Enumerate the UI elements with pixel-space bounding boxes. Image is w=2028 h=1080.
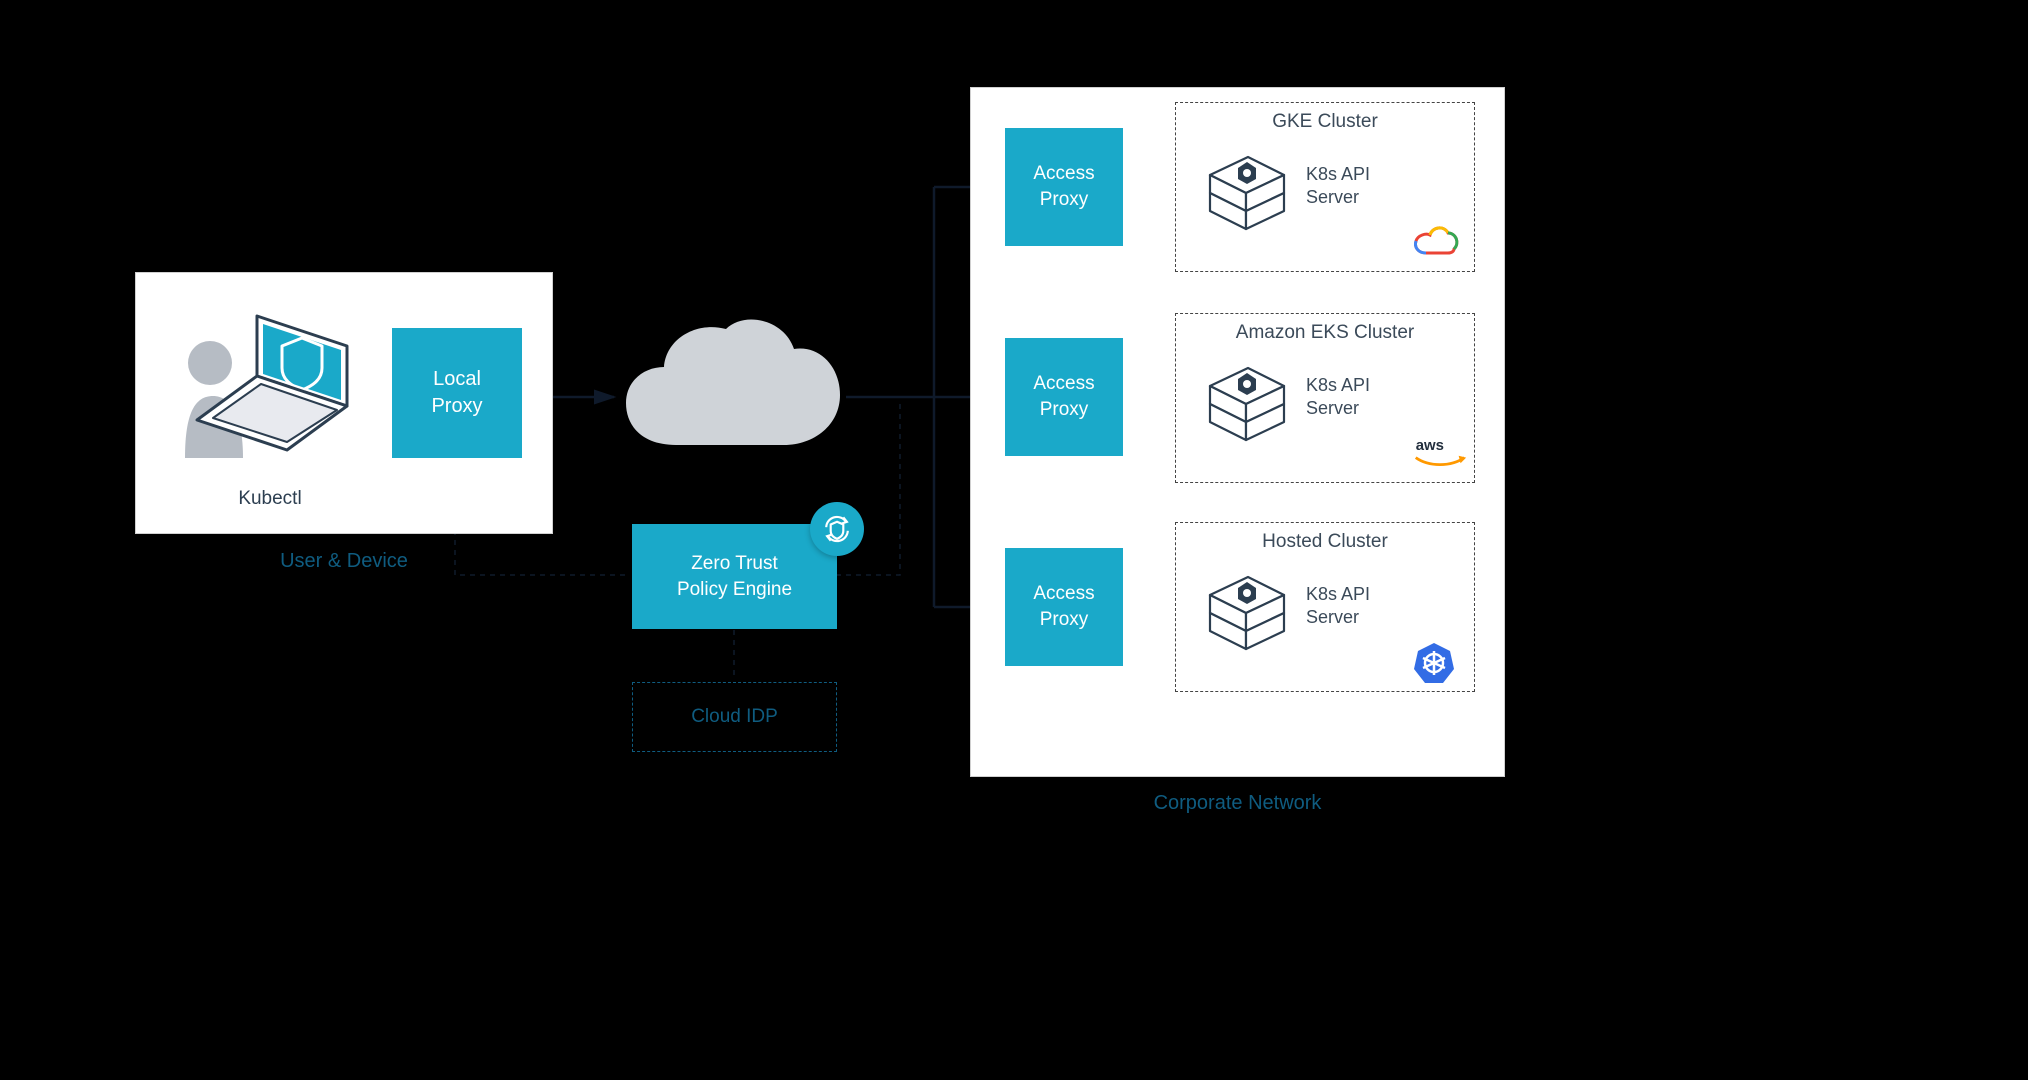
aws-logo-icon: aws: [1412, 432, 1460, 472]
access-proxy-node-3: Access Proxy: [1005, 548, 1123, 666]
user-laptop-icon: [165, 308, 365, 478]
local-proxy-line1: Local: [433, 366, 481, 393]
kubernetes-logo-icon: [1412, 641, 1460, 681]
access-proxy-line1: Access: [1033, 161, 1094, 187]
cluster-title: GKE Cluster: [1176, 111, 1474, 133]
local-proxy-node: Local Proxy: [392, 328, 522, 458]
server-stack-icon: [1204, 153, 1290, 233]
cluster-box-eks: Amazon EKS Cluster K8s API Server: [1175, 313, 1475, 483]
corporate-network-label: Corporate Network: [970, 792, 1505, 815]
k8s-api-label: K8s API Server: [1306, 583, 1370, 630]
gcp-cloud-icon: [1412, 221, 1460, 261]
zero-trust-policy-engine-node: Zero Trust Policy Engine: [632, 524, 837, 629]
user-device-label: User & Device: [135, 550, 553, 573]
server-stack-icon: [1204, 364, 1290, 444]
zero-trust-line2: Policy Engine: [677, 577, 792, 603]
cloud-idp-node: Cloud IDP: [632, 682, 837, 752]
cluster-box-hosted: Hosted Cluster K8s API Server: [1175, 522, 1475, 692]
cloud-icon: [616, 315, 846, 465]
zero-trust-sync-badge-icon: [810, 502, 864, 556]
cloud-idp-label: Cloud IDP: [691, 706, 778, 728]
local-proxy-line2: Proxy: [431, 393, 482, 420]
zero-trust-line1: Zero Trust: [691, 551, 778, 577]
k8s-api-label: K8s API Server: [1306, 163, 1370, 210]
architecture-diagram: User & Device Kubect: [50, 40, 1530, 845]
kubectl-label: Kubectl: [180, 488, 360, 510]
server-stack-icon: [1204, 573, 1290, 653]
cluster-title: Amazon EKS Cluster: [1176, 322, 1474, 344]
access-proxy-line2: Proxy: [1040, 187, 1089, 213]
cluster-title: Hosted Cluster: [1176, 531, 1474, 553]
k8s-api-label: K8s API Server: [1306, 374, 1370, 421]
access-proxy-node-2: Access Proxy: [1005, 338, 1123, 456]
svg-text:aws: aws: [1416, 437, 1444, 454]
access-proxy-node-1: Access Proxy: [1005, 128, 1123, 246]
cluster-box-gke: GKE Cluster K8s API Server: [1175, 102, 1475, 272]
